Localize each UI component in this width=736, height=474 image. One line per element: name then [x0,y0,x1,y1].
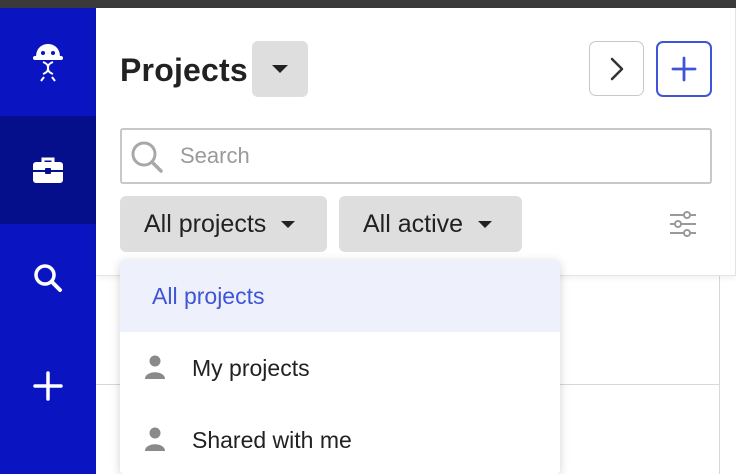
menu-item-my-projects[interactable]: My projects [120,332,560,404]
sidebar-item-projects[interactable] [0,116,96,224]
search-icon [131,141,163,173]
caret-down-icon [281,220,296,228]
search-icon [34,264,62,292]
menu-item-label: All projects [152,282,265,309]
status-filter-dropdown[interactable]: All active [339,196,522,252]
add-project-button[interactable] [656,41,712,97]
person-icon [145,355,165,379]
chevron-right-icon [610,57,623,80]
scope-filter-label: All projects [144,209,267,238]
status-filter-label: All active [363,209,464,238]
sidebar [0,8,96,474]
filter-settings-button[interactable] [668,209,698,239]
sidebar-item-logo[interactable] [0,8,96,116]
divider [719,276,720,474]
projects-panel: Projects All projects All active [96,8,736,276]
briefcase-icon [33,157,63,183]
menu-item-label: Shared with me [192,426,352,453]
next-button[interactable] [589,41,644,96]
window-top-bar [0,0,736,8]
scope-dropdown-menu: All projects My projects Shared with me [120,260,560,474]
scope-filter-dropdown[interactable]: All projects [120,196,327,252]
plus-icon [671,56,697,82]
caret-down-icon [272,65,288,73]
mascot-logo-icon [33,44,63,82]
menu-item-all-projects[interactable]: All projects [120,260,560,332]
search-input[interactable] [180,138,700,174]
title-dropdown-button[interactable] [252,41,308,97]
menu-item-shared-with-me[interactable]: Shared with me [120,404,560,474]
plus-icon [33,371,63,401]
sliders-icon [670,211,696,237]
person-icon [145,427,165,451]
sidebar-item-add[interactable] [0,332,96,440]
search-box [120,128,712,184]
menu-item-label: My projects [192,354,310,381]
caret-down-icon [478,220,493,228]
sidebar-item-search[interactable] [0,224,96,332]
page-title: Projects [120,52,248,88]
